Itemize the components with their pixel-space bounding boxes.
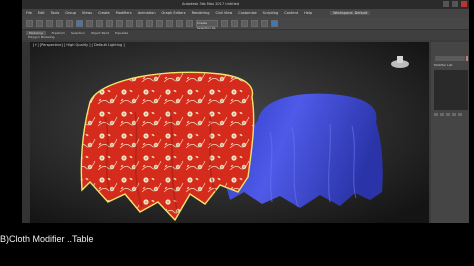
render-icon[interactable]: [271, 19, 278, 27]
render-setup-icon[interactable]: [261, 19, 268, 27]
pivot-icon[interactable]: [156, 19, 163, 27]
video-caption: B)Cloth Modifier ..Table: [0, 234, 94, 244]
menu-graph-editors[interactable]: Graph Editors: [162, 11, 186, 15]
menu-customize[interactable]: Customize: [238, 11, 256, 15]
close-button[interactable]: [461, 1, 467, 7]
minimize-button[interactable]: [443, 1, 449, 7]
command-panel: Modifier List: [431, 42, 469, 223]
menu-content[interactable]: Content: [284, 11, 298, 15]
mirror-icon[interactable]: [221, 19, 228, 27]
configure-sets-icon[interactable]: [458, 113, 462, 116]
align-icon[interactable]: [231, 19, 238, 27]
menu-edit[interactable]: Edit: [38, 11, 45, 15]
place-icon[interactable]: [146, 19, 153, 27]
ribbon-panel-label: Polygon Modeling: [22, 35, 469, 40]
maximize-button[interactable]: [452, 1, 458, 7]
menu-bar: File Edit Tools Group Views Create Modif…: [22, 9, 469, 17]
scale-icon[interactable]: [136, 19, 143, 27]
perspective-viewport[interactable]: [+] [Perspective] [ High Quality ] [ Def…: [30, 42, 429, 223]
object-color-swatch[interactable]: [466, 56, 468, 61]
modifier-stack-controls: [434, 113, 462, 116]
selection-set-dropdown[interactable]: Create Selection Se: [196, 19, 218, 30]
menu-modifiers[interactable]: Modifiers: [116, 11, 132, 15]
menu-group[interactable]: Group: [65, 11, 76, 15]
redo-icon[interactable]: [36, 19, 43, 27]
menu-help[interactable]: Help: [304, 11, 312, 15]
remove-modifier-icon[interactable]: [452, 113, 456, 116]
tab-object-paint[interactable]: Object Paint: [91, 31, 109, 35]
workspace-dropdown[interactable]: Workspace: Default: [330, 11, 371, 15]
pin-stack-icon[interactable]: [434, 113, 438, 116]
viewport-scene: [30, 42, 429, 223]
menu-views[interactable]: Views: [82, 11, 92, 15]
select-by-name-icon[interactable]: [86, 19, 93, 27]
snap-icon[interactable]: [166, 19, 173, 27]
rotate-icon[interactable]: [126, 19, 133, 27]
menu-scripting[interactable]: Scripting: [263, 11, 279, 15]
window-title: Autodesk 3ds Max 2017 Untitled: [182, 2, 240, 6]
tab-selection[interactable]: Selection: [71, 31, 85, 35]
menu-animation[interactable]: Animation: [138, 11, 156, 15]
select-object-icon[interactable]: [76, 19, 83, 27]
material-editor-icon[interactable]: [251, 19, 258, 27]
window-controls: [443, 1, 467, 7]
link-icon[interactable]: [46, 19, 53, 27]
menu-create[interactable]: Create: [98, 11, 110, 15]
menu-rendering[interactable]: Rendering: [192, 11, 210, 15]
angle-snap-icon[interactable]: [176, 19, 183, 27]
menu-civil-view[interactable]: Civil View: [215, 11, 232, 15]
unlink-icon[interactable]: [56, 19, 63, 27]
tab-freeform[interactable]: Freeform: [52, 31, 65, 35]
modifier-stack[interactable]: [434, 70, 468, 110]
tab-modeling[interactable]: Modeling: [26, 30, 46, 35]
title-bar: Autodesk 3ds Max 2017 Untitled: [22, 0, 469, 9]
modifier-list-label[interactable]: Modifier List: [434, 63, 452, 67]
percent-snap-icon[interactable]: [186, 19, 193, 27]
bind-space-warp-icon[interactable]: [66, 19, 73, 27]
undo-icon[interactable]: [26, 19, 33, 27]
menu-tools[interactable]: Tools: [51, 11, 60, 15]
left-scene-strip: [22, 42, 30, 223]
tab-populate[interactable]: Populate: [115, 31, 128, 35]
layer-icon[interactable]: [241, 19, 248, 27]
move-icon[interactable]: [116, 19, 123, 27]
make-unique-icon[interactable]: [446, 113, 450, 116]
show-end-result-icon[interactable]: [440, 113, 444, 116]
object-name-field[interactable]: [435, 56, 465, 61]
menu-file[interactable]: File: [26, 11, 32, 15]
main-toolbar: Create Selection Se: [22, 17, 469, 30]
window-crossing-icon[interactable]: [106, 19, 113, 27]
rectangle-selection-icon[interactable]: [96, 19, 103, 27]
viewport-label[interactable]: [+] [Perspective] [ High Quality ] [ Def…: [33, 43, 125, 47]
